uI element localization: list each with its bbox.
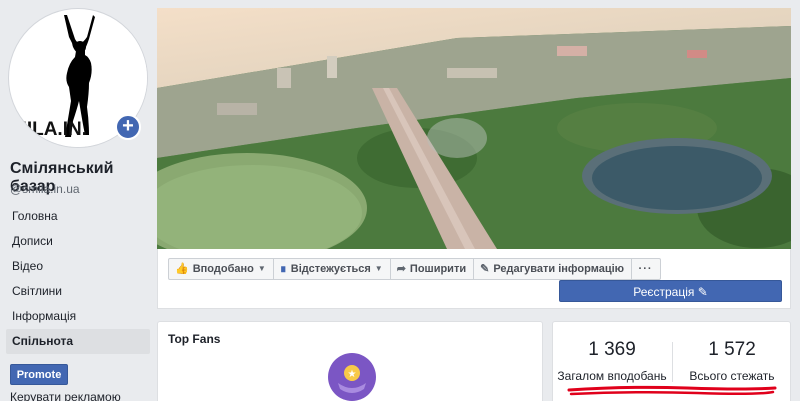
register-button[interactable]: Реєстрація ✎ [559,280,782,302]
chevron-down-icon: ▼ [374,264,383,273]
action-buttons: 👍 Вподобано ▼ ∎ Відстежується ▼ ➦ Пошири… [168,258,662,280]
page-handle[interactable]: @smila.in.ua [10,182,80,196]
page-nav: Головна Дописи Відео Світлини Інформація… [6,204,150,354]
liked-button[interactable]: 👍 Вподобано ▼ [168,258,274,280]
cover-photo[interactable] [157,8,791,249]
red-highlight-underline [567,385,777,396]
more-dots-icon: ··· [638,263,653,275]
followers-label: Всього стежать [689,369,775,383]
edit-info-button[interactable]: ✎ Редагувати інформацію [473,258,633,280]
add-photo-icon[interactable]: + [115,114,141,140]
aerial-city-landscape-image [157,8,791,249]
following-label: Відстежується [290,263,371,275]
thumbs-up-icon: 👍 [175,263,189,275]
chevron-down-icon: ▼ [257,264,266,273]
edit-info-label: Редагувати інформацію [493,263,625,275]
nav-item-photos[interactable]: Світлини [6,279,150,304]
page-action-bar: 👍 Вподобано ▼ ∎ Відстежується ▼ ➦ Пошири… [157,249,791,309]
svg-text:★: ★ [348,369,357,380]
manage-ads-link[interactable]: Керувати рекламою [10,390,121,401]
share-arrow-icon: ➦ [396,263,406,275]
rss-icon: ∎ [279,263,287,275]
top-fan-badge-icon: ★ [328,353,376,401]
following-button[interactable]: ∎ Відстежується ▼ [272,258,391,280]
nav-item-about[interactable]: Інформація [6,304,150,329]
followers-count: 1 572 [708,339,756,360]
liked-label: Вподобано [192,263,254,275]
nav-item-home[interactable]: Головна [6,204,150,229]
nav-item-community[interactable]: Спільнота [6,329,150,354]
likes-stat[interactable]: 1 369 Загалом вподобань [553,339,671,383]
likes-count: 1 369 [588,339,636,360]
nav-item-videos[interactable]: Відео [6,254,150,279]
nav-item-posts[interactable]: Дописи [6,229,150,254]
promote-button[interactable]: Promote [10,364,68,385]
left-column: MILA.IN. + Смілянський базар @smila.in.u… [0,0,156,401]
top-fans-card: Top Fans ★ [157,321,543,401]
avatar-logo-text: MILA.IN. [11,119,87,140]
pencil-icon: ✎ [697,285,708,299]
share-button[interactable]: ➦ Поширити [389,258,475,280]
pencil-icon: ✎ [480,263,490,275]
top-fans-title: Top Fans [168,332,221,346]
page-stats-card: 1 369 Загалом вподобань 1 572 Всього сте… [552,321,791,401]
more-options-button[interactable]: ··· [631,258,662,280]
share-label: Поширити [409,263,467,275]
register-label: Реєстрація [633,285,695,299]
followers-stat[interactable]: 1 572 Всього стежать [673,339,791,383]
likes-label: Загалом вподобань [557,369,667,383]
